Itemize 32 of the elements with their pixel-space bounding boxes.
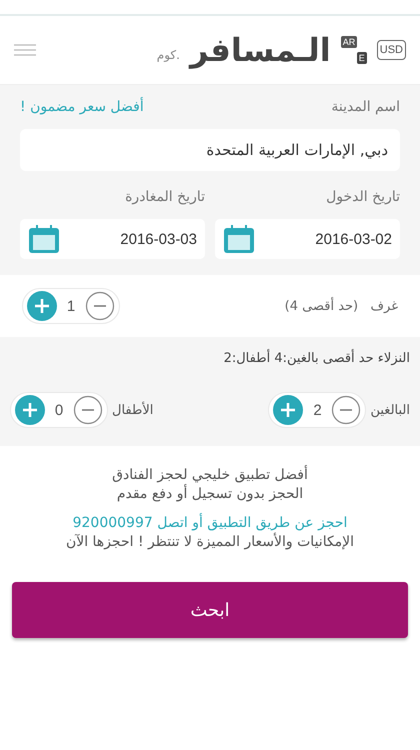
plus-button[interactable] xyxy=(273,395,304,425)
guests-note: النزلاء حد أقصى بالغين:4 أطفال:2 xyxy=(222,351,410,366)
field-label: تاريخ الدخول xyxy=(325,189,400,205)
counter-label: الأطفال xyxy=(112,402,154,418)
info-text: أفضل تطبيق خليجي لحجز الفنادق xyxy=(111,466,309,484)
logo-suffix: .كوم xyxy=(156,48,180,62)
counter-label: البالغين xyxy=(370,402,410,418)
minus-button[interactable] xyxy=(73,395,103,425)
date-field[interactable]: 2016-03-02 xyxy=(215,219,400,259)
date-field[interactable]: 2016-03-03 xyxy=(20,219,205,259)
plus-button[interactable] xyxy=(27,291,57,321)
city-field[interactable]: دبي, الإمارات العربية المتحدة xyxy=(20,129,400,171)
logo: الـمسافر xyxy=(190,31,331,69)
count-value: 1 xyxy=(66,298,76,314)
promo-text: أفضل سعر مضمون ! xyxy=(20,99,144,115)
count-value: 2 xyxy=(312,402,323,418)
minus-button[interactable] xyxy=(331,395,362,425)
calendar-icon[interactable] xyxy=(223,224,255,254)
count-value: 0 xyxy=(54,402,64,418)
info-text: الإمكانيات والأسعار المميزة لا تنتظر ! احجزها الآن xyxy=(64,533,356,552)
info-text: الحجز بدون تسجيل أو دفع مقدم xyxy=(116,485,304,504)
field-label: اسم المدينة xyxy=(331,99,400,115)
rooms-label: غرف (حد أقصى 4) xyxy=(284,298,398,314)
search-button[interactable]: ابحث xyxy=(12,582,408,638)
minus-button[interactable] xyxy=(85,291,115,321)
calendar-icon[interactable] xyxy=(28,224,60,254)
currency-button[interactable]: USD xyxy=(376,40,406,60)
call-text: احجز عن طريق التطبيق أو اتصل 920000997 xyxy=(72,514,348,532)
menu-icon[interactable] xyxy=(14,44,36,56)
language-button[interactable]: AR E xyxy=(340,36,367,64)
field-label: تاريخ المغادرة xyxy=(124,189,205,205)
plus-button[interactable] xyxy=(15,395,45,425)
